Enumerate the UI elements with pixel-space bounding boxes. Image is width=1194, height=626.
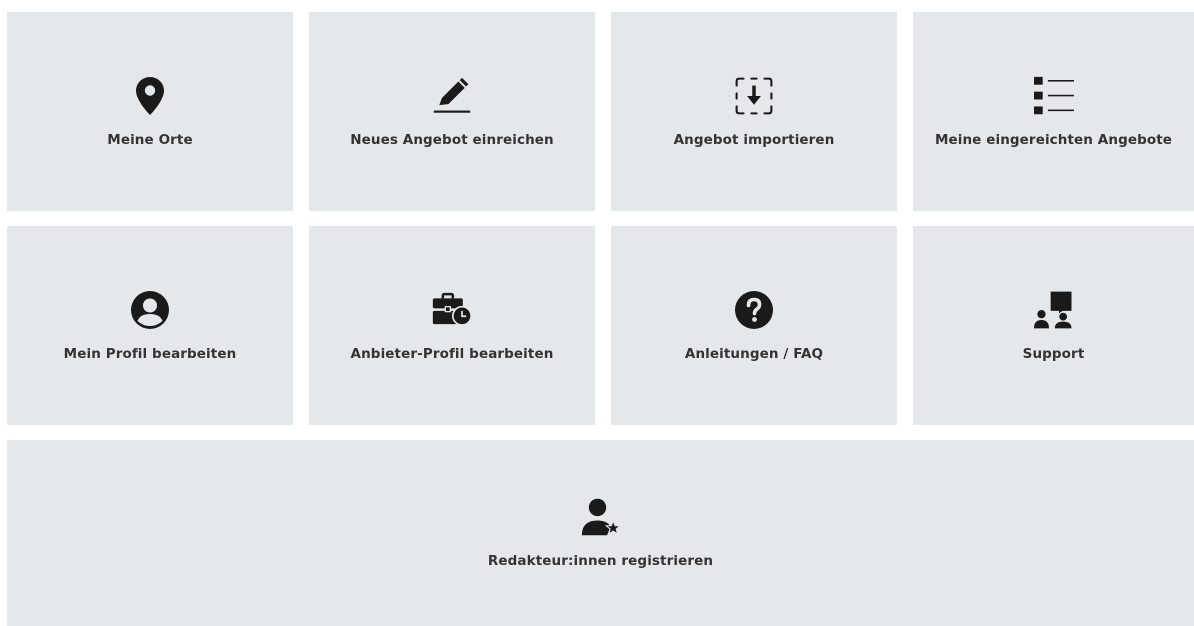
tile-label: Meine Orte — [107, 131, 193, 148]
tile-neues-angebot[interactable]: Neues Angebot einreichen — [309, 12, 595, 211]
tile-redakteur-registrieren[interactable]: Redakteur:innen registrieren — [7, 440, 1194, 626]
import-icon — [734, 76, 774, 116]
tile-label: Mein Profil bearbeiten — [63, 345, 237, 362]
map-pin-icon — [130, 76, 170, 116]
tile-support[interactable]: Support — [913, 226, 1194, 425]
briefcase-clock-icon — [432, 290, 472, 330]
tile-label: Meine eingereichten Angebote — [934, 131, 1173, 148]
user-star-icon — [581, 497, 621, 537]
question-circle-icon — [734, 290, 774, 330]
tile-label: Support — [1022, 345, 1085, 362]
tile-label: Redakteur:innen registrieren — [487, 553, 714, 569]
tile-label: Anbieter-Profil bearbeiten — [350, 345, 554, 362]
list-icon — [1033, 76, 1074, 116]
tile-mein-profil[interactable]: Mein Profil bearbeiten — [7, 226, 293, 425]
tile-label: Neues Angebot einreichen — [350, 131, 554, 148]
tile-anleitungen-faq[interactable]: Anleitungen / FAQ — [611, 226, 897, 425]
support-chat-icon — [1033, 290, 1074, 330]
user-circle-icon — [130, 290, 170, 330]
tile-label: Angebot importieren — [673, 131, 835, 148]
pencil-icon — [432, 76, 472, 116]
dashboard-grid: Meine Orte Neues Angebot einreichen Ange… — [7, 12, 1194, 626]
tile-anbieter-profil[interactable]: Anbieter-Profil bearbeiten — [309, 226, 595, 425]
tile-meine-orte[interactable]: Meine Orte — [7, 12, 293, 211]
tile-label: Anleitungen / FAQ — [684, 345, 824, 362]
tile-meine-angebote[interactable]: Meine eingereichten Angebote — [913, 12, 1194, 211]
tile-angebot-importieren[interactable]: Angebot importieren — [611, 12, 897, 211]
